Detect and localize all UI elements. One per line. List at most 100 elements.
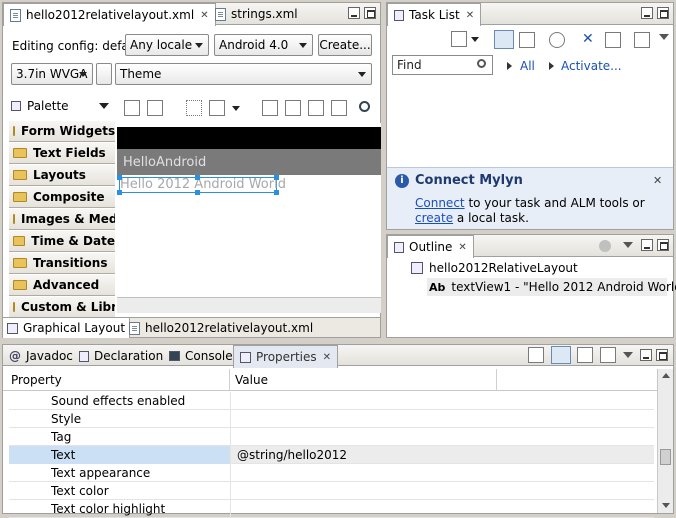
minimize-button[interactable] xyxy=(641,239,653,251)
property-row-sound-effects[interactable]: Sound effects enabled xyxy=(9,391,654,410)
minimize-button[interactable] xyxy=(348,7,360,19)
tab-console[interactable]: Console xyxy=(163,345,239,367)
layout-icon-1[interactable] xyxy=(262,100,278,116)
collapse-all-icon[interactable]: ✕ xyxy=(582,31,594,47)
zoom-icon[interactable] xyxy=(359,101,370,112)
palette-time-date[interactable]: Time & Date xyxy=(9,231,115,252)
maximize-button[interactable] xyxy=(657,7,669,19)
categorized-icon[interactable] xyxy=(494,30,514,49)
tab-properties[interactable]: Properties ✕ xyxy=(233,345,339,368)
selection-handle[interactable] xyxy=(117,175,122,180)
android-version-dropdown[interactable]: Android 4.0 xyxy=(214,34,313,56)
outline-child-item[interactable]: Ab textView1 - "Hello 2012 Android World… xyxy=(427,278,676,296)
selection-handle[interactable] xyxy=(274,190,279,195)
palette-advanced[interactable]: Advanced xyxy=(9,275,115,296)
layout-icon-2[interactable] xyxy=(285,100,301,116)
close-icon[interactable]: ✕ xyxy=(653,174,662,187)
maximize-button[interactable] xyxy=(364,7,376,19)
minimize-button[interactable] xyxy=(640,349,652,361)
hello-text-view[interactable]: Hello 2012 Android World xyxy=(120,177,286,192)
canvas-horizontal-scrollbar[interactable] xyxy=(117,297,381,313)
close-icon[interactable]: ✕ xyxy=(458,242,466,253)
close-icon[interactable]: ✕ xyxy=(200,10,208,21)
outline-root-item[interactable]: hello2012RelativeLayout xyxy=(411,261,578,275)
sync-icon[interactable] xyxy=(634,32,650,48)
selection-handle[interactable] xyxy=(195,190,200,195)
pin-icon[interactable] xyxy=(528,347,544,363)
property-row-text[interactable]: Text @string/hello2012 xyxy=(9,445,654,464)
tab-declaration[interactable]: Declaration xyxy=(73,345,169,367)
palette-layouts[interactable]: Layouts xyxy=(9,165,115,186)
categories-icon[interactable] xyxy=(551,346,571,364)
palette-transitions[interactable]: Transitions xyxy=(9,253,115,274)
tab-hello2012relativelayout-xml[interactable]: hello2012relativelayout.xml ✕ xyxy=(3,3,216,26)
task-list-icon xyxy=(394,9,404,21)
column-header-property[interactable]: Property xyxy=(11,373,62,387)
new-task-icon[interactable] xyxy=(451,31,467,47)
restore-default-icon[interactable] xyxy=(600,347,616,363)
activate-link[interactable]: Activate... xyxy=(561,59,622,73)
orientation-toggle[interactable] xyxy=(96,63,112,85)
activate-arrow-icon xyxy=(549,62,554,70)
chevron-down-icon[interactable] xyxy=(471,37,479,42)
fit-width-icon[interactable] xyxy=(124,100,140,116)
palette-images-media[interactable]: Images & Media xyxy=(9,209,115,230)
scheduled-icon[interactable] xyxy=(519,32,535,48)
maximize-button[interactable] xyxy=(656,349,668,361)
view-menu-icon[interactable] xyxy=(659,34,669,40)
property-row-text-color[interactable]: Text color xyxy=(9,481,654,500)
property-row-text-appearance[interactable]: Text appearance xyxy=(9,463,654,482)
tab-graphical-layout[interactable]: Graphical Layout xyxy=(3,318,131,338)
column-divider[interactable] xyxy=(229,369,230,391)
minimize-button[interactable] xyxy=(641,7,653,19)
design-canvas[interactable]: HelloAndroid Hello 2012 Android World xyxy=(117,123,381,313)
device-dropdown[interactable]: 3.7in WVGA xyxy=(11,63,93,85)
search-icon[interactable] xyxy=(477,59,486,68)
theme-dropdown[interactable]: Theme xyxy=(115,63,372,85)
locale-dropdown[interactable]: Any locale xyxy=(125,34,209,56)
create-link[interactable]: create xyxy=(415,211,453,225)
palette-text-fields[interactable]: Text Fields xyxy=(9,143,115,164)
tab-javadoc[interactable]: @ Javadoc xyxy=(3,345,79,367)
fit-height-icon[interactable] xyxy=(147,100,163,116)
tab-strings-xml[interactable]: strings.xml xyxy=(209,3,304,25)
scrollbar-thumb[interactable] xyxy=(660,449,671,465)
tab-task-list[interactable]: Task List ✕ xyxy=(387,3,482,26)
property-row-tag[interactable]: Tag xyxy=(9,427,654,446)
filter-all-link[interactable]: All xyxy=(520,59,535,73)
close-icon[interactable]: ✕ xyxy=(323,352,331,363)
create-button[interactable]: Create... xyxy=(318,34,372,56)
palette-form-widgets[interactable]: Form Widgets xyxy=(9,121,115,142)
selection-handle[interactable] xyxy=(274,175,279,180)
column-header-value[interactable]: Value xyxy=(235,373,268,387)
chevron-down-icon[interactable] xyxy=(232,106,240,111)
select-all-icon[interactable] xyxy=(186,100,202,116)
tab-xml-source[interactable]: hello2012relativelayout.xml xyxy=(125,318,317,338)
layout-icon-3[interactable] xyxy=(308,100,324,116)
palette-custom-library[interactable]: Custom & Library Views xyxy=(9,297,115,318)
minimize-view-icon[interactable] xyxy=(605,32,621,48)
layout-icon-4[interactable] xyxy=(331,100,347,116)
close-icon[interactable]: ✕ xyxy=(466,10,474,21)
filter-icon[interactable] xyxy=(577,347,593,363)
property-row-style[interactable]: Style xyxy=(9,409,654,428)
palette-composite[interactable]: Composite xyxy=(9,187,115,208)
scroll-down-icon[interactable] xyxy=(662,503,670,508)
focus-icon[interactable] xyxy=(549,32,565,48)
selection-handle[interactable] xyxy=(117,190,122,195)
view-menu-icon[interactable] xyxy=(623,242,633,248)
connect-link[interactable]: Connect xyxy=(415,196,465,210)
task-list-area[interactable] xyxy=(387,79,673,166)
tab-outline[interactable]: Outline ✕ xyxy=(387,235,474,258)
property-row-text-color-highlight[interactable]: Text color highlight xyxy=(9,499,654,518)
focus-icon[interactable] xyxy=(599,240,611,252)
properties-vertical-scrollbar[interactable] xyxy=(657,369,673,513)
selection-handle[interactable] xyxy=(195,175,200,180)
mylyn-message: Connect to your task and ALM tools or cr… xyxy=(415,196,645,225)
column-divider[interactable] xyxy=(496,369,497,391)
scroll-up-icon[interactable] xyxy=(662,373,670,378)
maximize-button[interactable] xyxy=(657,239,669,251)
view-menu-icon[interactable] xyxy=(623,352,633,358)
expand-icon[interactable] xyxy=(209,100,225,116)
chevron-down-icon[interactable] xyxy=(99,103,109,109)
